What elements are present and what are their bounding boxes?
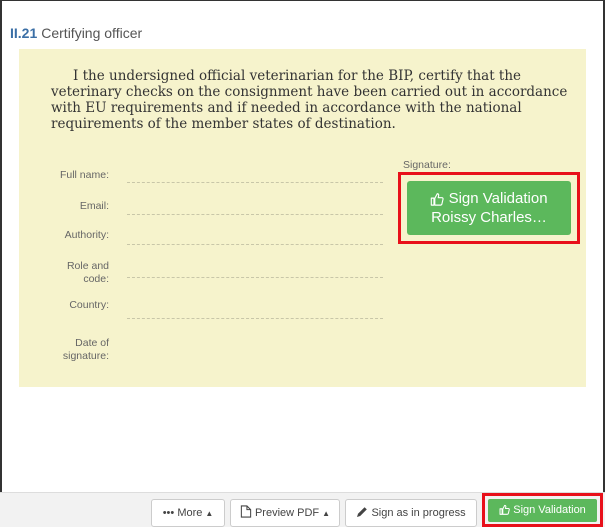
email-value: [127, 214, 383, 215]
certification-box: I the undersigned official veterinarian …: [19, 49, 586, 387]
country-value: [127, 318, 383, 319]
date-of-signature-label: Date of signature:: [62, 337, 109, 362]
ellipsis-icon: •••: [162, 507, 175, 519]
more-button[interactable]: ••• More ▲: [151, 499, 225, 527]
sign-as-in-progress-button[interactable]: Sign as in progress: [345, 499, 477, 527]
caret-up-icon: ▲: [322, 509, 331, 518]
thumbs-up-icon: [430, 190, 445, 206]
authority-value: [127, 244, 383, 245]
role-and-code-label: Role and code:: [66, 260, 109, 285]
sign-as-in-progress-label: Sign as in progress: [371, 507, 466, 519]
country-label: Country:: [69, 299, 109, 311]
section-title: Certifying officer: [41, 25, 143, 41]
role-and-code-value: [127, 277, 383, 278]
full-name-label: Full name:: [59, 169, 109, 181]
toolbar-sign-validation-label: Sign Validation: [513, 504, 586, 516]
thumbs-up-icon: [499, 504, 510, 515]
toolbar-sign-validation-button[interactable]: Sign Validation: [488, 499, 597, 522]
authority-label: Authority:: [64, 229, 109, 241]
file-icon: [240, 505, 252, 518]
preview-pdf-label: Preview PDF: [254, 507, 320, 519]
toolbar-validate-highlight: Sign Validation: [482, 493, 603, 527]
signature-label: Signature:: [403, 159, 451, 171]
section-header: II.21 Certifying officer: [10, 25, 142, 41]
signature-highlight: Sign Validation Roissy Charles…: [398, 172, 580, 244]
caret-up-icon: ▲: [205, 509, 214, 518]
sign-validation-button[interactable]: Sign Validation Roissy Charles…: [407, 181, 571, 235]
sign-validation-line2: Roissy Charles…: [431, 209, 547, 226]
certifying-officer-panel: II.21 Certifying officer I the undersigne…: [0, 0, 605, 492]
full-name-value: [127, 182, 383, 183]
preview-pdf-button[interactable]: Preview PDF ▲: [230, 499, 340, 527]
certification-statement: I the undersigned official veterinarian …: [51, 68, 568, 132]
bottom-toolbar: ••• More ▲ Preview PDF ▲ Sign as in progre…: [0, 492, 605, 527]
more-label: More: [177, 507, 203, 519]
section-number: II.21: [10, 25, 38, 41]
pencil-icon: [357, 507, 368, 517]
email-label: Email:: [79, 200, 109, 212]
sign-validation-line1: Sign Validation: [448, 190, 548, 207]
